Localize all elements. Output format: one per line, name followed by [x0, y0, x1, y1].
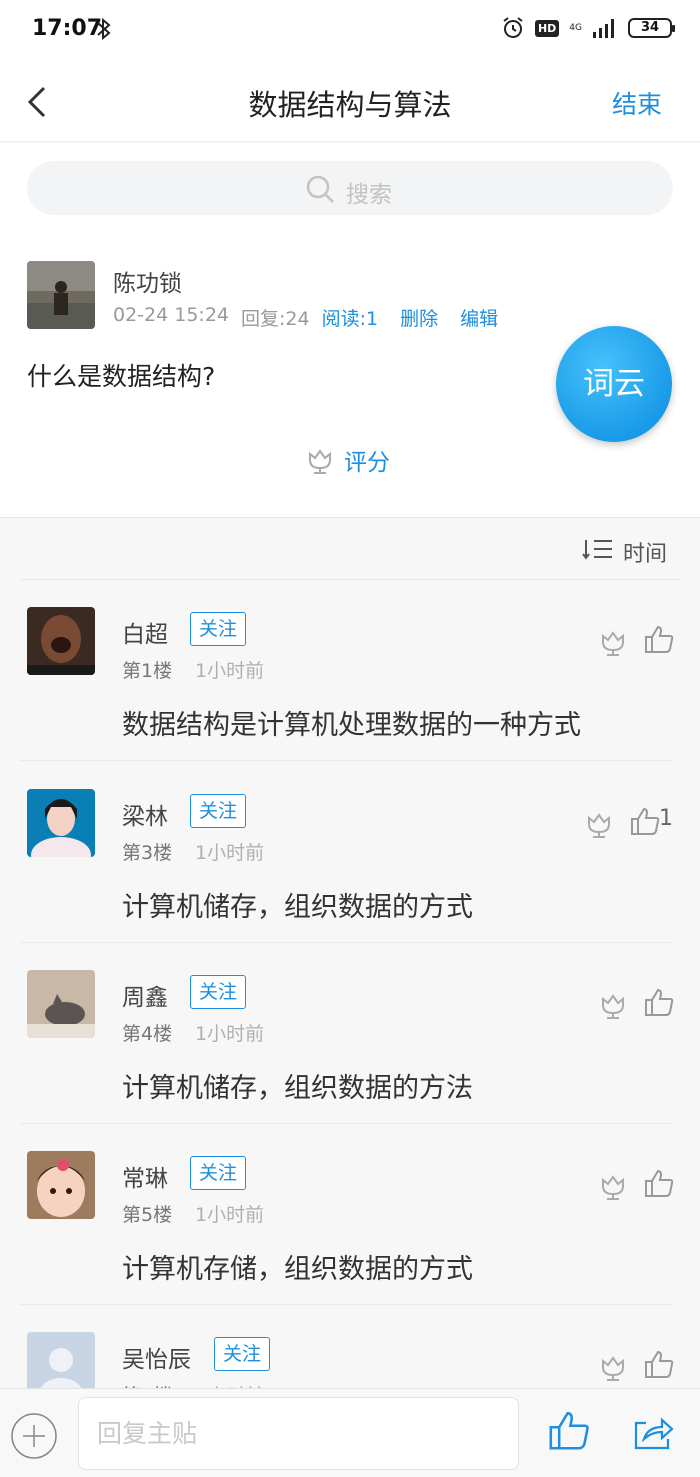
reply-avatar[interactable] [27, 970, 95, 1038]
search-icon [306, 175, 334, 203]
reply-time: 1小时前 [195, 842, 265, 864]
reply-author[interactable]: 吴怡辰 [122, 1340, 191, 1374]
alarm-icon [503, 17, 523, 38]
flower-icon[interactable] [585, 810, 613, 838]
reply-item: 白超 关注 第1楼 1小时前 数据结构是计算机处理数据的一种方式 [0, 580, 700, 761]
rate-button[interactable]: 评分 [306, 443, 390, 477]
floor-number: 第5楼 [122, 1204, 173, 1226]
flower-icon[interactable] [599, 1353, 627, 1381]
status-time: 17:07 [32, 16, 103, 41]
hd-icon: HD [534, 19, 560, 37]
reply-author[interactable]: 周鑫 [122, 978, 168, 1012]
nav-bar: 数据结构与算法 结束 [0, 62, 700, 142]
follow-button[interactable]: 关注 [190, 975, 247, 1009]
thumbs-up-icon[interactable] [644, 624, 674, 654]
search-placeholder: 搜索 [346, 182, 392, 208]
main-post: 搜索 陈功锁 02-24 15:24 回复:24 阅读:1 删除 编辑 什么是数… [0, 143, 700, 518]
reply-item: 常琳 关注 第5楼 1小时前 计算机存储，组织数据的方式 [0, 1124, 700, 1305]
floor-number: 第4楼 [122, 1023, 173, 1045]
reply-item: 周鑫 关注 第4楼 1小时前 计算机储存，组织数据的方法 [0, 943, 700, 1124]
reply-time: 1小时前 [195, 1204, 265, 1226]
bottom-bar: 回复主贴 [0, 1388, 700, 1477]
share-icon[interactable] [632, 1415, 674, 1451]
reply-avatar[interactable] [27, 789, 95, 857]
bluetooth-icon [97, 17, 111, 41]
flower-icon [309, 449, 331, 474]
author-name[interactable]: 陈功锁 [113, 264, 182, 298]
reply-author[interactable]: 常琳 [122, 1159, 168, 1193]
reply-item: 梁林 关注 第3楼 1小时前 计算机储存，组织数据的方式 1 [0, 762, 700, 943]
follow-button[interactable]: 关注 [190, 612, 247, 646]
wordcloud-button[interactable]: 词云 [556, 326, 672, 442]
floor-number: 第1楼 [122, 660, 173, 682]
follow-button[interactable]: 关注 [214, 1337, 271, 1371]
flower-icon[interactable] [599, 1172, 627, 1200]
signal-icon [593, 19, 614, 38]
thumbs-up-icon[interactable] [644, 1349, 674, 1379]
sort-label: 时间 [623, 542, 668, 567]
thumbs-up-icon[interactable] [548, 1409, 590, 1451]
thumbs-up-icon[interactable] [644, 1168, 674, 1198]
page-title: 数据结构与算法 [248, 88, 452, 122]
battery-icon: 34 [628, 18, 675, 38]
reply-text: 计算机储存，组织数据的方式 [122, 892, 473, 923]
search-input[interactable]: 搜索 [27, 161, 673, 215]
divider [20, 760, 673, 761]
post-title: 什么是数据结构? [27, 362, 216, 391]
reply-time: 1小时前 [195, 660, 265, 682]
rate-label: 评分 [344, 450, 390, 476]
reply-time: 1小时前 [195, 1023, 265, 1045]
post-date: 02-24 15:24 [113, 304, 230, 326]
edit-button[interactable]: 编辑 [460, 304, 498, 331]
read-count[interactable]: 阅读:1 [322, 304, 379, 331]
sort-control[interactable]: 时间 [0, 519, 700, 579]
reply-input[interactable]: 回复主贴 [78, 1397, 519, 1470]
reply-author[interactable]: 梁林 [122, 797, 168, 831]
reply-author[interactable]: 白超 [122, 615, 168, 649]
author-avatar[interactable] [27, 261, 95, 329]
status-bar: 17:07 HD 4G 34 [0, 0, 700, 62]
reply-text: 计算机存储，组织数据的方式 [122, 1254, 473, 1285]
thumbs-up-icon[interactable] [630, 806, 660, 836]
floor-number: 第3楼 [122, 842, 173, 864]
flower-icon[interactable] [599, 991, 627, 1019]
follow-button[interactable]: 关注 [190, 1156, 247, 1190]
flower-icon[interactable] [599, 628, 627, 656]
reply-avatar[interactable] [27, 1151, 95, 1219]
like-count: 1 [659, 806, 673, 831]
delete-button[interactable]: 删除 [400, 304, 438, 331]
post-meta: 02-24 15:24 回复:24 阅读:1 删除 编辑 [113, 304, 498, 331]
end-button[interactable]: 结束 [612, 85, 662, 121]
reply-text: 数据结构是计算机处理数据的一种方式 [122, 710, 581, 741]
network-label: 4G [569, 22, 582, 33]
reply-count: 回复:24 [241, 308, 310, 330]
reply-avatar[interactable] [27, 607, 95, 675]
follow-button[interactable]: 关注 [190, 794, 247, 828]
add-icon[interactable] [10, 1412, 58, 1460]
sort-icon [582, 540, 612, 560]
thumbs-up-icon[interactable] [644, 987, 674, 1017]
reply-text: 计算机储存，组织数据的方法 [122, 1073, 473, 1104]
